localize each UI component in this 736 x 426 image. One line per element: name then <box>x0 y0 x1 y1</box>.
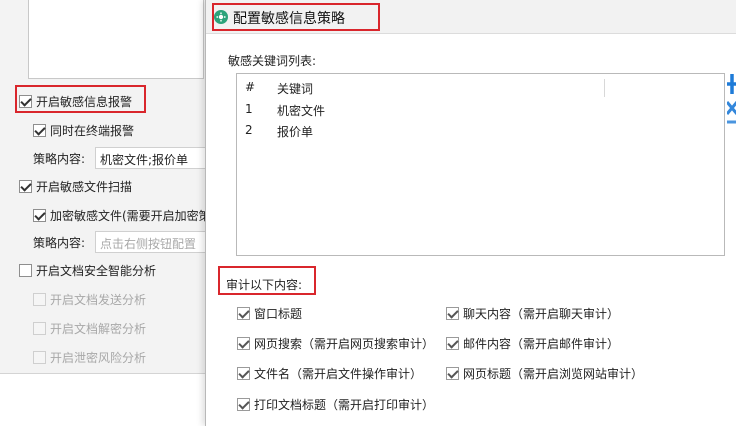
audit-mail-content-checkbox[interactable]: 邮件内容（需开启邮件审计） <box>446 333 619 353</box>
checkbox-box[interactable] <box>237 336 250 350</box>
audit-item-label: 窗口标题 <box>254 306 303 321</box>
send-analysis-checkbox[interactable]: 开启文档发送分析 <box>33 289 146 309</box>
policy-config-icon <box>214 10 228 24</box>
checkbox-box[interactable] <box>19 179 32 193</box>
checkbox-box[interactable] <box>33 350 46 364</box>
audit-print-title-checkbox[interactable]: 打印文档标题（需开启打印审计） <box>237 394 434 414</box>
checkbox-box[interactable] <box>446 366 459 380</box>
audit-window-title-checkbox[interactable]: 窗口标题 <box>237 303 302 323</box>
audit-item-label: 打印文档标题（需开启打印审计） <box>254 397 435 412</box>
audit-file-name-checkbox[interactable]: 文件名（需开启文件操作审计） <box>237 363 422 383</box>
file-scan-label: 开启敏感文件扫描 <box>36 179 133 194</box>
policy-content-label-2: 策略内容: <box>33 235 86 250</box>
left-settings-panel: 开启敏感信息报警 同时在终端报警 策略内容: 机密文件;报价单 开启敏感文件扫描… <box>0 0 205 426</box>
alarm-enable-checkbox[interactable]: 开启敏感信息报警 <box>19 91 132 111</box>
checkbox-box[interactable] <box>33 123 46 137</box>
audit-item-label: 聊天内容（需开启聊天审计） <box>463 306 620 321</box>
audit-item-label: 文件名（需开启文件操作审计） <box>254 366 423 381</box>
checkbox-box[interactable] <box>33 292 46 306</box>
left-bottom-area <box>0 373 205 426</box>
checkbox-box[interactable] <box>446 336 459 350</box>
row-keyword: 机密文件 <box>277 104 326 118</box>
smart-analysis-checkbox[interactable]: 开启文档安全智能分析 <box>19 260 156 280</box>
leak-analysis-checkbox[interactable]: 开启泄密风险分析 <box>33 347 146 367</box>
decrypt-analysis-label: 开启文档解密分析 <box>50 321 147 336</box>
audit-web-search-checkbox[interactable]: 网页搜索（需开启网页搜索审计） <box>237 333 434 353</box>
policy-dialog: 配置敏感信息策略 敏感关键词列表: # 关键词 1 机密文件 2 报价单 审计以… <box>205 0 736 426</box>
column-separator[interactable] <box>604 79 605 97</box>
leak-analysis-label: 开启泄密风险分析 <box>50 350 147 365</box>
checkbox-box[interactable] <box>237 397 250 411</box>
column-header-index[interactable]: # <box>245 80 255 94</box>
preview-area <box>28 0 204 79</box>
checkbox-box[interactable] <box>446 306 459 320</box>
column-header-keyword[interactable]: 关键词 <box>277 80 313 97</box>
checkbox-box[interactable] <box>19 263 32 277</box>
audit-item-label: 邮件内容（需开启邮件审计） <box>463 336 620 351</box>
policy-content-field-1[interactable]: 机密文件;报价单 <box>95 147 205 169</box>
row-index: 2 <box>245 123 253 137</box>
row-keyword: 报价单 <box>277 125 314 139</box>
audit-chat-content-checkbox[interactable]: 聊天内容（需开启聊天审计） <box>446 303 619 323</box>
encrypt-file-label: 加密敏感文件(需要开启加密策 <box>50 208 205 223</box>
smart-analysis-label: 开启文档安全智能分析 <box>36 263 157 278</box>
audit-item-label: 网页搜索（需开启网页搜索审计） <box>254 336 435 351</box>
file-scan-checkbox[interactable]: 开启敏感文件扫描 <box>19 176 132 196</box>
encrypt-file-checkbox[interactable]: 加密敏感文件(需要开启加密策 <box>33 205 205 225</box>
checkbox-box[interactable] <box>237 366 250 380</box>
dialog-title: 配置敏感信息策略 <box>233 11 345 27</box>
alarm-enable-label: 开启敏感信息报警 <box>36 94 133 109</box>
table-header: # 关键词 <box>237 77 724 99</box>
checkbox-box[interactable] <box>33 321 46 335</box>
checkbox-box[interactable] <box>19 94 32 108</box>
keyword-table[interactable]: # 关键词 1 机密文件 2 报价单 <box>236 73 725 256</box>
dialog-title-bar: 配置敏感信息策略 <box>206 0 736 34</box>
add-keyword-icon[interactable] <box>727 72 736 128</box>
decrypt-analysis-checkbox[interactable]: 开启文档解密分析 <box>33 318 146 338</box>
audit-web-title-checkbox[interactable]: 网页标题（需开启浏览网站审计） <box>446 363 643 383</box>
audit-item-label: 网页标题（需开启浏览网站审计） <box>463 366 644 381</box>
checkbox-box[interactable] <box>33 208 46 222</box>
policy-content-label-1: 策略内容: <box>33 151 86 166</box>
audit-content-label: 审计以下内容: <box>226 278 303 292</box>
policy-content-field-2[interactable]: 点击右侧按钮配置 <box>95 231 205 253</box>
checkbox-box[interactable] <box>237 306 250 320</box>
terminal-alarm-label: 同时在终端报警 <box>50 123 135 138</box>
row-index: 1 <box>245 102 253 116</box>
send-analysis-label: 开启文档发送分析 <box>50 292 147 307</box>
keyword-list-label: 敏感关键词列表: <box>228 54 317 68</box>
terminal-alarm-checkbox[interactable]: 同时在终端报警 <box>33 120 134 140</box>
